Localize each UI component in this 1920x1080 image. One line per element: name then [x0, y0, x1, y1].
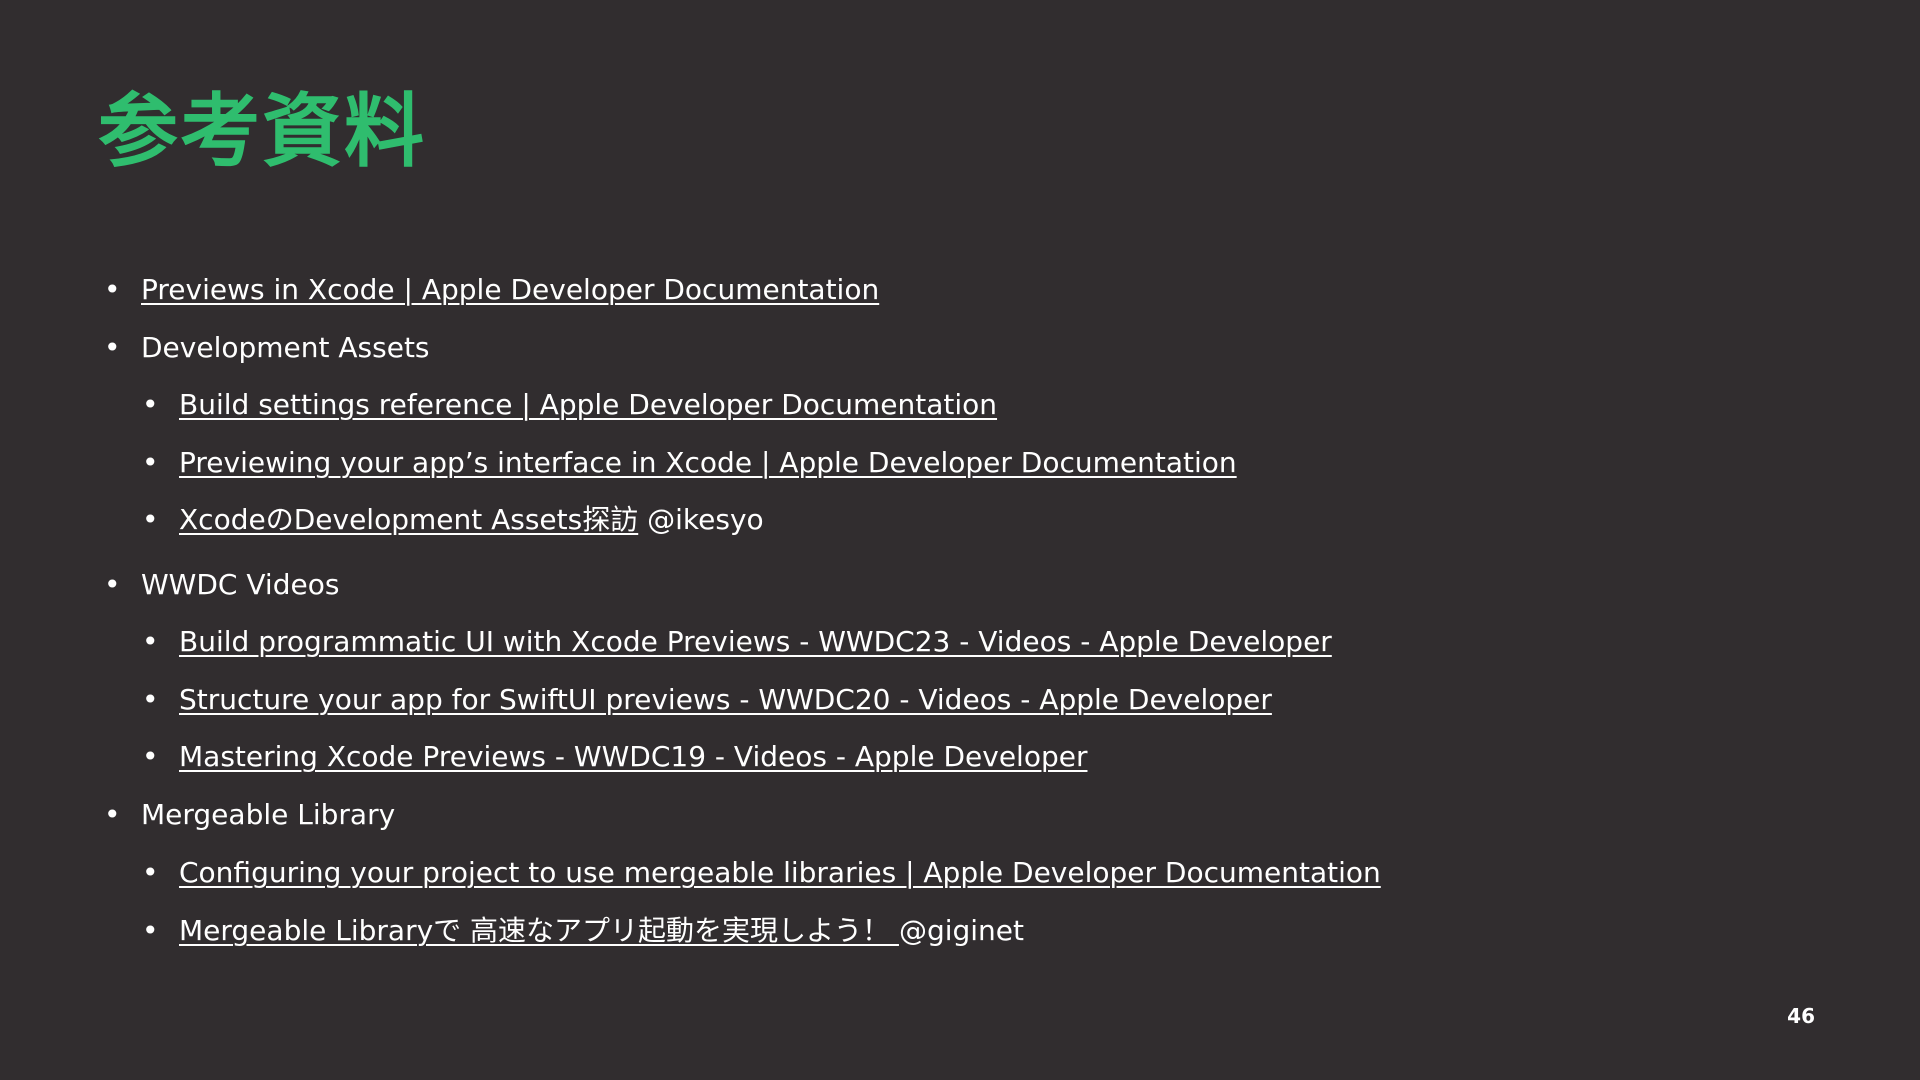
section-heading-mergeable-library: Mergeable Library [141, 798, 396, 831]
slide: 参考資料 • Previews in Xcode | Apple Develope… [0, 0, 1920, 1080]
list-item-mergeable-library-article: • Mergeable Libraryで 高速なアプリ起動を実現しよう！ @gig… [142, 911, 1024, 951]
list-item-wwdc19: • Mastering Xcode Previews - WWDC19 - Vid… [142, 737, 1087, 777]
bullet-icon: • [142, 503, 159, 536]
link-wwdc20[interactable]: Structure your app for SwiftUI previews … [179, 683, 1272, 716]
list-item-configuring-mergeable-libraries: • Configuring your project to use mergeab… [142, 853, 1381, 893]
bullet-icon: • [142, 914, 159, 947]
list-item-wwdc-videos: • WWDC Videos [104, 565, 339, 605]
link-configuring-mergeable-libraries[interactable]: Configuring your project to use mergeabl… [179, 856, 1381, 889]
list-item-xcode-development-assets: • XcodeのDevelopment Assets探訪 @ikesyo [142, 500, 764, 540]
reference-list: • Previews in Xcode | Apple Developer Doc… [0, 0, 1920, 1080]
author-giginet: @giginet [898, 914, 1025, 947]
bullet-icon: • [142, 740, 159, 773]
bullet-icon: • [104, 273, 121, 306]
link-xcode-development-assets[interactable]: XcodeのDevelopment Assets探訪 [179, 503, 638, 536]
bullet-icon: • [142, 856, 159, 889]
bullet-icon: • [142, 388, 159, 421]
list-item-mergeable-library: • Mergeable Library [104, 795, 395, 835]
bullet-icon: • [142, 625, 159, 658]
author-ikesyo: @ikesyo [638, 503, 764, 536]
list-item-wwdc20: • Structure your app for SwiftUI previews… [142, 680, 1272, 720]
bullet-icon: • [104, 798, 121, 831]
bullet-icon: • [142, 683, 159, 716]
list-item-development-assets: • Development Assets [104, 328, 430, 368]
link-wwdc19[interactable]: Mastering Xcode Previews - WWDC19 - Vide… [179, 740, 1087, 773]
link-build-settings-reference[interactable]: Build settings reference | Apple Develop… [179, 388, 997, 421]
list-item-build-settings-reference: • Build settings reference | Apple Develo… [142, 385, 997, 425]
bullet-icon: • [142, 446, 159, 479]
page-number: 46 [1787, 1004, 1815, 1028]
section-heading-wwdc-videos: WWDC Videos [141, 568, 340, 601]
section-heading-development-assets: Development Assets [141, 331, 430, 364]
bullet-icon: • [104, 331, 121, 364]
link-previewing-your-app[interactable]: Previewing your app’s interface in Xcode… [179, 446, 1237, 479]
list-item-previews-in-xcode: • Previews in Xcode | Apple Developer Doc… [104, 270, 879, 310]
bullet-icon: • [104, 568, 121, 601]
list-item-previewing-your-app: • Previewing your app’s interface in Xcod… [142, 443, 1237, 483]
link-previews-in-xcode[interactable]: Previews in Xcode | Apple Developer Docu… [141, 273, 879, 306]
link-mergeable-library-article[interactable]: Mergeable Libraryで 高速なアプリ起動を実現しよう！ [179, 914, 899, 947]
list-item-wwdc23: • Build programmatic UI with Xcode Previe… [142, 622, 1332, 662]
link-wwdc23[interactable]: Build programmatic UI with Xcode Preview… [179, 625, 1332, 658]
